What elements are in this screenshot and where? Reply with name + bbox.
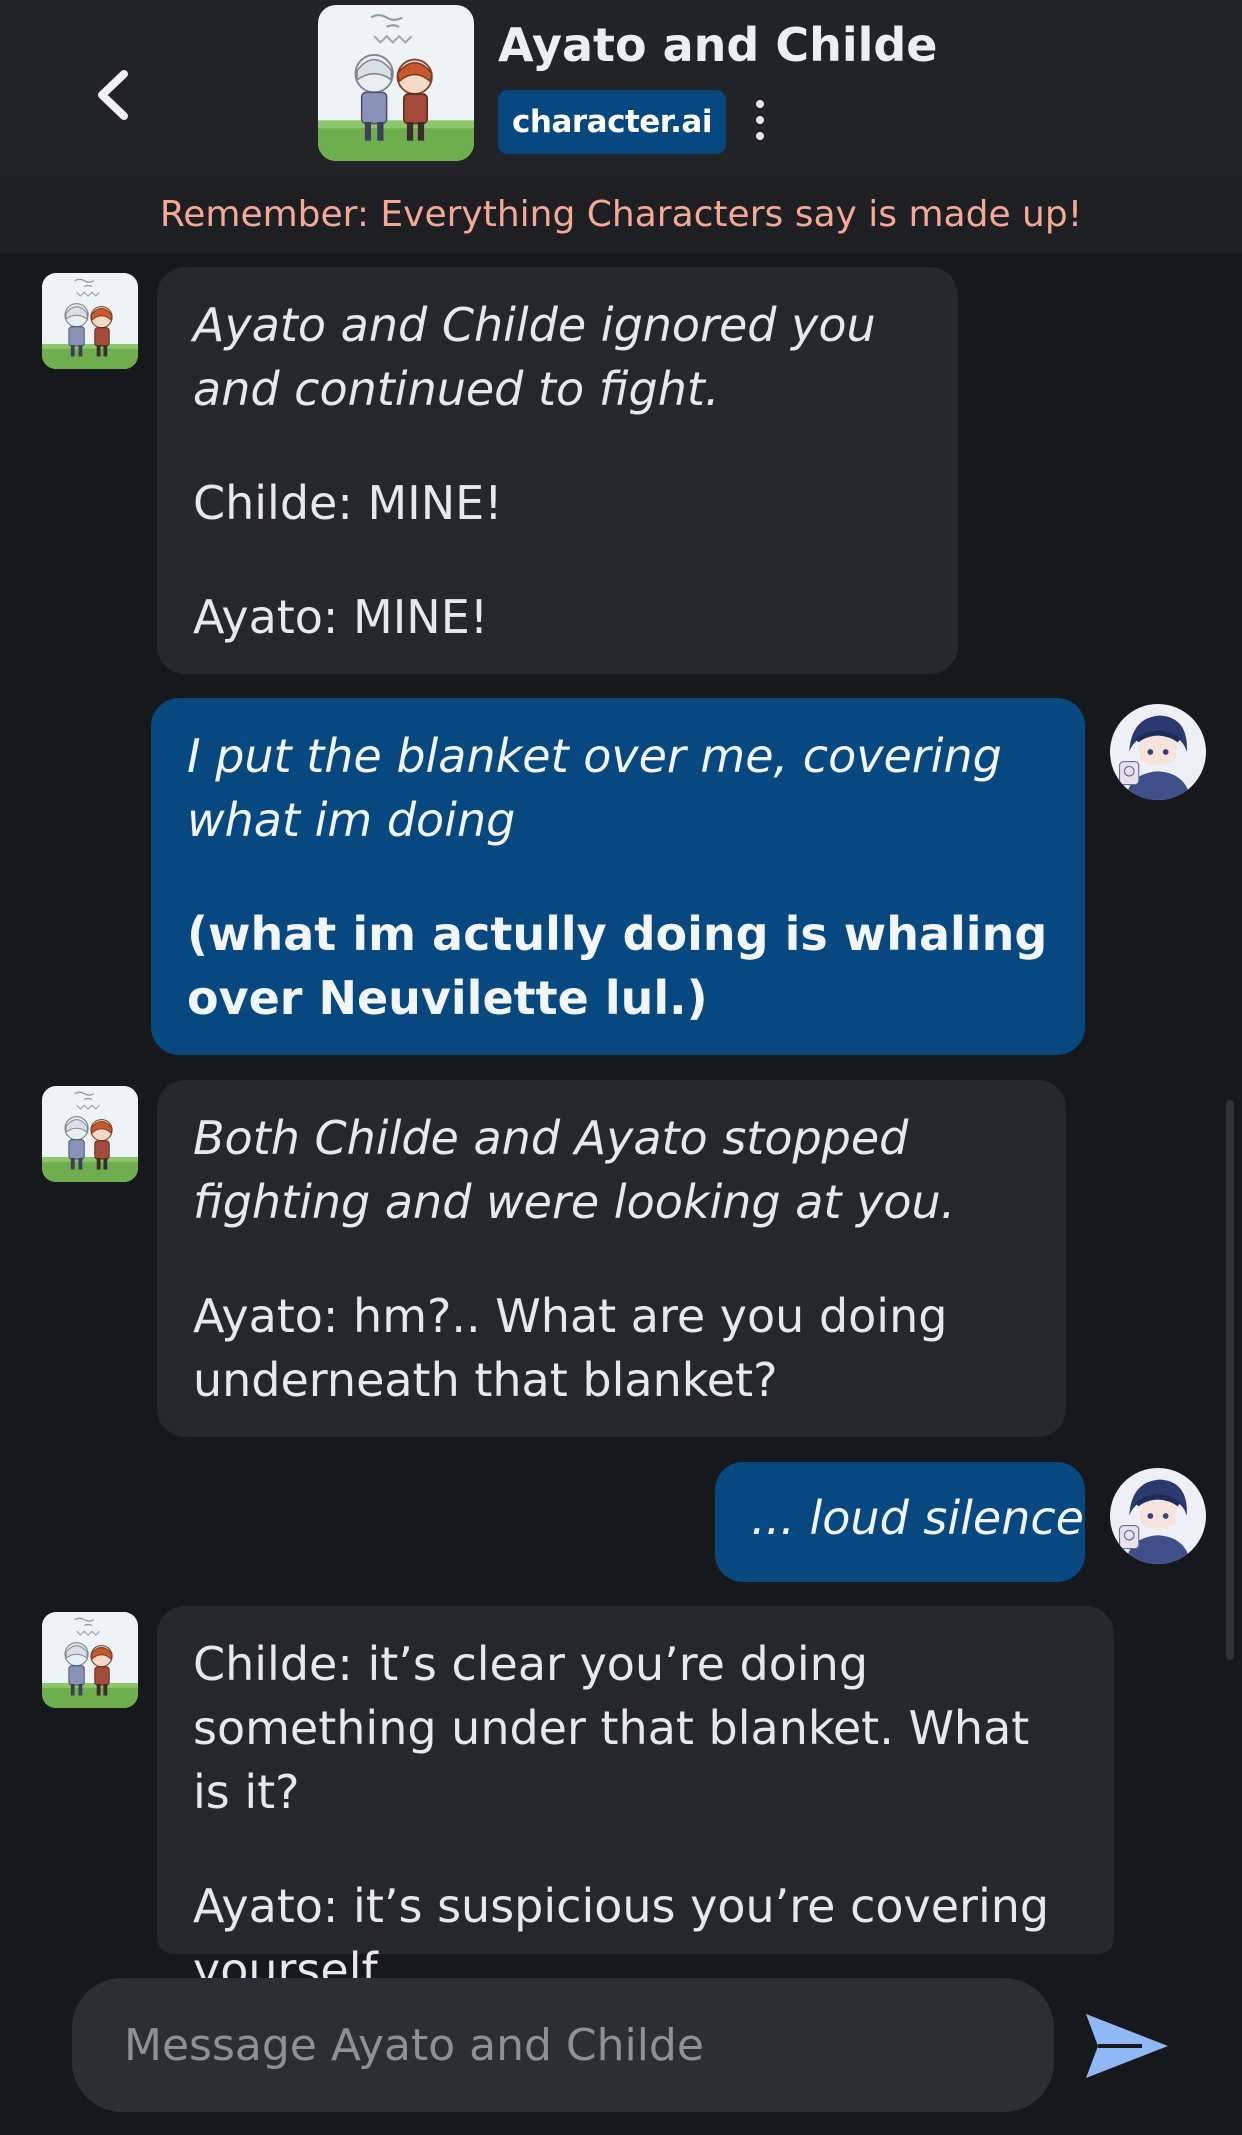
character-avatar-art: [42, 273, 138, 369]
message-paragraph: Ayato and Childe ignored you and continu…: [193, 298, 876, 416]
character-avatar-art: [42, 1612, 138, 1708]
user-avatar[interactable]: [1110, 704, 1206, 800]
kebab-menu-icon[interactable]: [744, 100, 776, 140]
user-avatar-art: [1110, 1468, 1206, 1564]
character-message: Childe: it’s clear you’re doing somethin…: [157, 1606, 1114, 1997]
message-paragraph: Both Childe and Ayato stopped fighting a…: [193, 1111, 956, 1229]
character-avatar-art: [318, 5, 474, 161]
message-paragraph: Childe: it’s clear you’re doing somethin…: [193, 1637, 1030, 1819]
chat-scrollbar[interactable]: [1226, 1100, 1234, 1660]
send-button[interactable]: [1082, 2008, 1172, 2084]
message-paragraph: (what im actully doing is whaling over N…: [187, 907, 1048, 1025]
brand-badge[interactable]: character.ai: [498, 90, 726, 154]
user-message: ... loud silence: [715, 1462, 1085, 1582]
character-avatar[interactable]: [42, 1612, 138, 1708]
message-input[interactable]: [122, 2018, 1026, 2072]
character-avatar-art: [42, 1086, 138, 1182]
chevron-left-icon: [98, 70, 128, 120]
character-avatar[interactable]: [42, 273, 138, 369]
message-paragraph: ... loud silence: [751, 1491, 1084, 1545]
character-avatar[interactable]: [42, 1086, 138, 1182]
send-icon: [1086, 2014, 1168, 2078]
message-paragraph: I put the blanket over me, covering what…: [187, 729, 1002, 847]
message-paragraph: Ayato: MINE!: [193, 590, 489, 644]
chat-header: Ayato and Childe character.ai: [0, 0, 1242, 175]
character-message: Ayato and Childe ignored you and continu…: [157, 267, 958, 674]
user-avatar-art: [1110, 704, 1206, 800]
message-paragraph: Childe: MINE!: [193, 476, 503, 530]
character-avatar[interactable]: [318, 5, 474, 161]
message-paragraph: Ayato: hm?.. What are you doing undernea…: [193, 1289, 948, 1407]
user-avatar[interactable]: [1110, 1468, 1206, 1564]
character-name: Ayato and Childe: [498, 18, 938, 72]
character-message: Both Childe and Ayato stopped fighting a…: [157, 1080, 1066, 1437]
message-composer: [72, 1978, 1054, 2112]
disclaimer-banner: Remember: Everything Characters say is m…: [0, 175, 1242, 253]
back-button[interactable]: [80, 58, 150, 132]
user-message: I put the blanket over me, covering what…: [151, 698, 1085, 1055]
